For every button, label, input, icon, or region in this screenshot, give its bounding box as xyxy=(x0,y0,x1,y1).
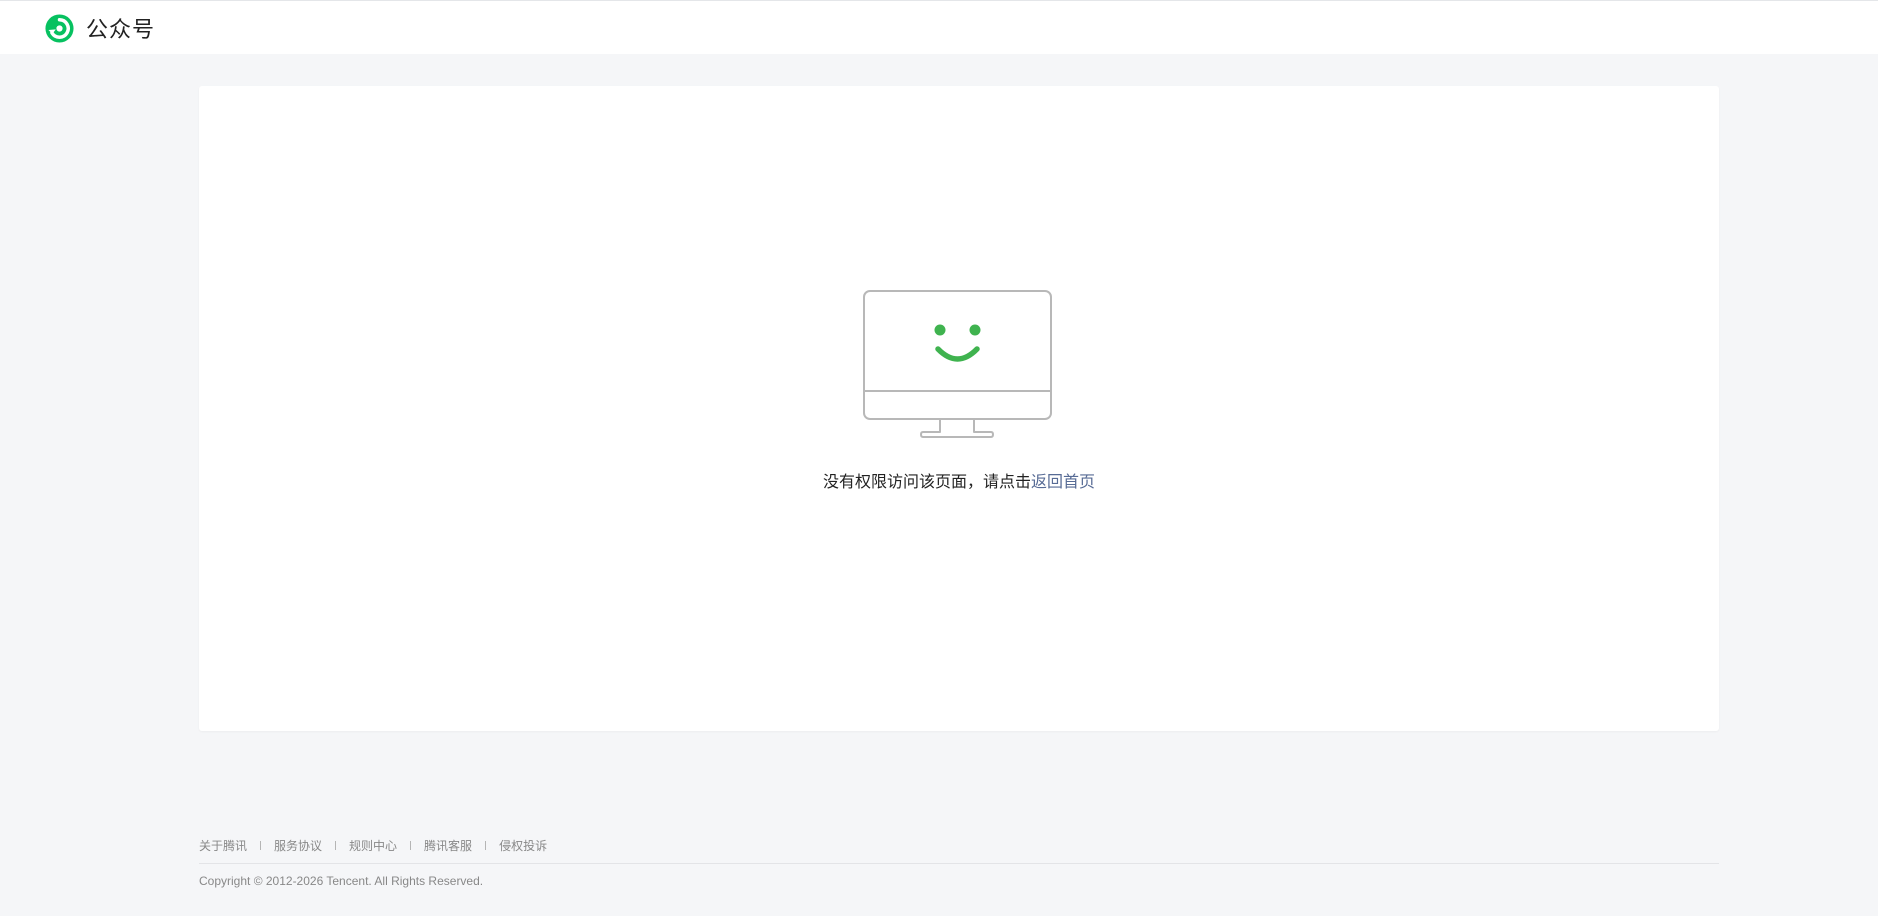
footer-divider-line xyxy=(199,863,1719,864)
back-to-home-link[interactable]: 返回首页 xyxy=(1031,474,1095,491)
brand-name: 公众号 xyxy=(86,17,156,42)
wechat-official-account-logo-icon xyxy=(45,13,74,43)
footer-divider-bar xyxy=(410,840,412,850)
permission-message: 没有权限访问该页面，请点击返回首页 xyxy=(199,468,1719,492)
content-card: 没有权限访问该页面，请点击返回首页 xyxy=(199,86,1719,731)
permission-message-text: 没有权限访问该页面，请点击 xyxy=(822,474,1031,491)
footer-divider-bar xyxy=(485,840,487,850)
smiling-monitor-icon xyxy=(863,290,1052,438)
footer-link-customer-service[interactable]: 腾讯客服 xyxy=(424,837,472,854)
footer-link-rules-center[interactable]: 规则中心 xyxy=(349,837,397,854)
footer-link-about-tencent[interactable]: 关于腾讯 xyxy=(199,837,247,854)
top-bar: 公众号 xyxy=(0,0,1878,54)
footer-link-service-agreement[interactable]: 服务协议 xyxy=(274,837,322,854)
brand-logo-link[interactable]: 公众号 xyxy=(44,13,155,43)
footer-divider-bar xyxy=(260,840,262,850)
footer-divider-bar xyxy=(335,840,337,850)
footer-link-infringement-complaint[interactable]: 侵权投诉 xyxy=(499,837,547,854)
copyright-text: Copyright © 2012-2026 Tencent. All Right… xyxy=(199,874,484,888)
footer: 关于腾讯 服务协议 规则中心 腾讯客服 侵权投诉 Copyright © 201… xyxy=(199,836,1719,888)
footer-links: 关于腾讯 服务协议 规则中心 腾讯客服 侵权投诉 xyxy=(199,836,1719,854)
